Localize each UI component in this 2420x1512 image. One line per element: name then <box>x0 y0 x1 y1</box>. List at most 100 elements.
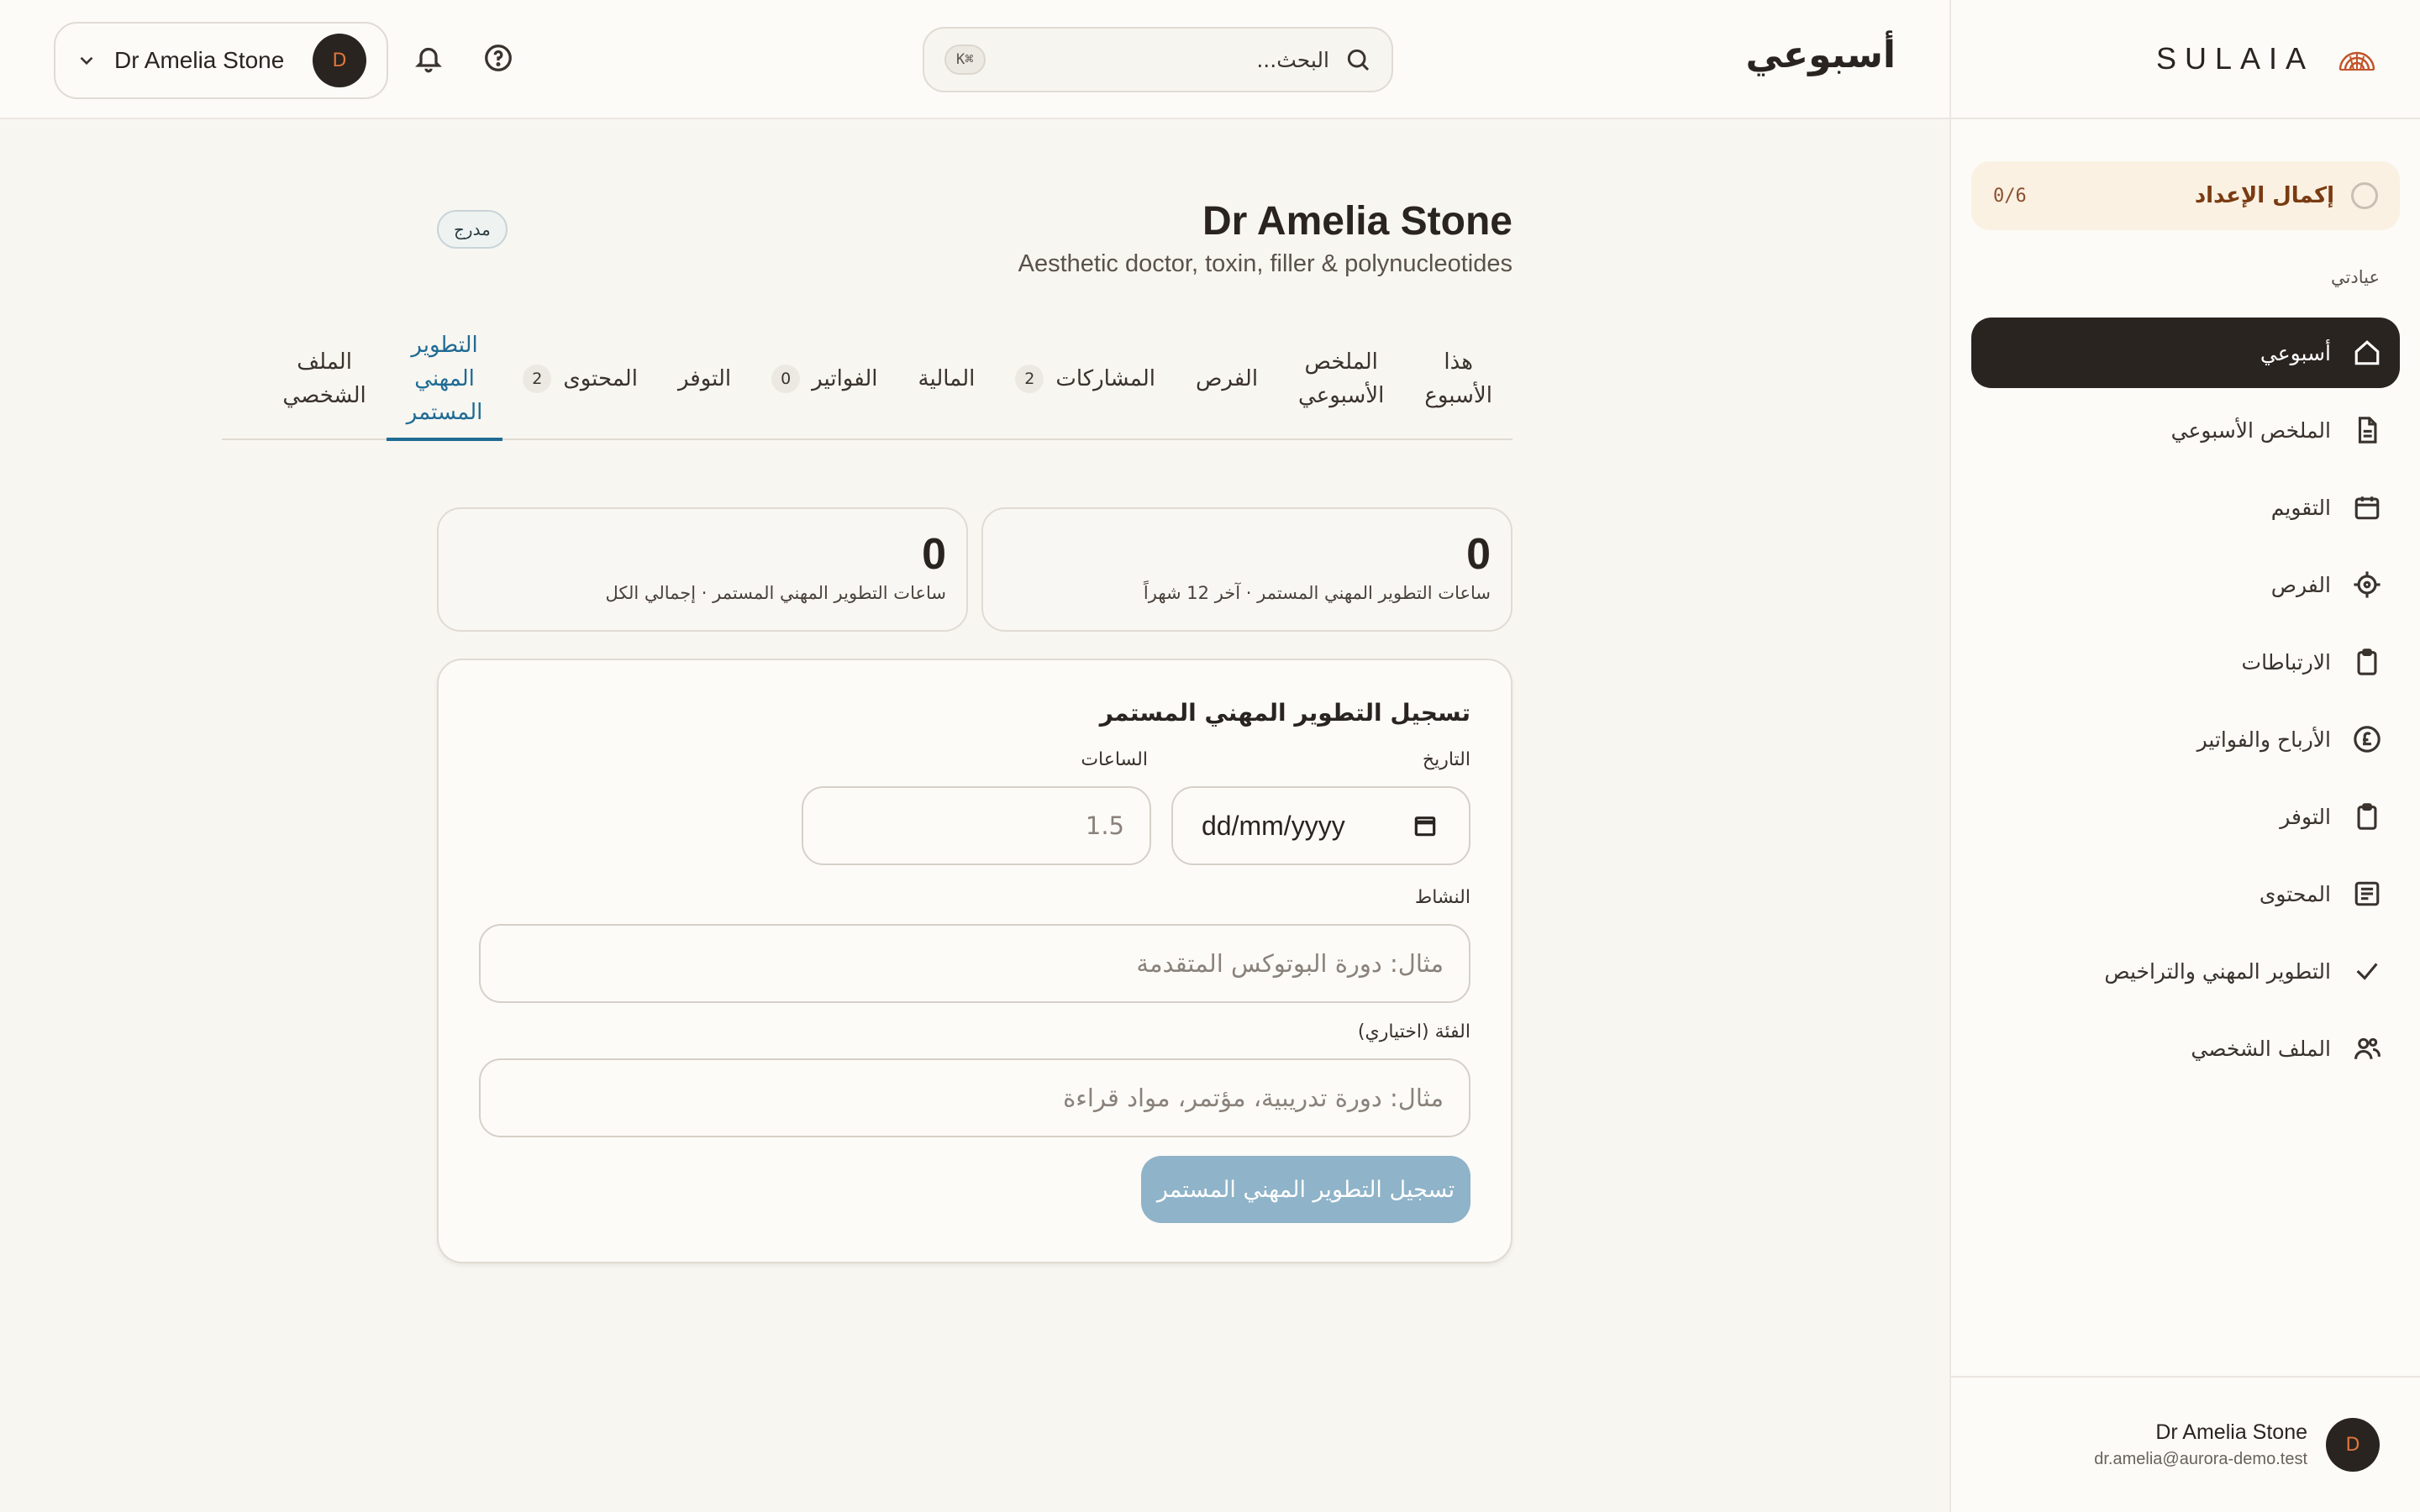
calendar-icon <box>2354 496 2380 520</box>
tab-cpd[interactable]: التطوير المهني المستمر <box>386 318 503 441</box>
users-icon <box>2354 1037 2381 1059</box>
avatar: D <box>313 34 366 87</box>
tab-label: الملف الشخصي <box>282 349 366 408</box>
sidebar-item-label: التطوير المهني والتراخيص <box>2104 958 2331 984</box>
chevron-down-icon <box>80 56 93 66</box>
sidebar-user-account[interactable]: D Dr Amelia Stone dr.amelia@aurora-demo.… <box>1951 1376 2420 1512</box>
setup-progress-count: 0/6 <box>1993 185 2027 207</box>
sidebar-item-label: أسبوعي <box>2260 340 2331 365</box>
sidebar-item-weekly[interactable]: أسبوعي <box>1971 318 2400 388</box>
activity-label: النشاط <box>1414 887 1470 908</box>
tab-count-badge: 0 <box>771 365 801 393</box>
sidebar-item-opportunities[interactable]: الفرص <box>1971 549 2400 620</box>
tab-weekly-summary[interactable]: الملخص الأسبوعي <box>1278 318 1404 439</box>
sidebar-item-label: الأرباح والفواتير <box>2196 727 2331 752</box>
date-label: التاريخ <box>1422 749 1470 770</box>
hours-label: الساعات <box>1081 749 1148 770</box>
sidebar-nav: أسبوعي الملخص الأسبوعي التقويم الفرص الا… <box>1971 318 2400 1090</box>
stat-label: ساعات التطوير المهني المستمر · آخر 12 شه… <box>1143 583 1491 603</box>
stat-value: 0 <box>922 530 946 579</box>
bell-icon <box>415 47 442 73</box>
check-icon <box>2356 963 2378 980</box>
page-title: أسبوعي <box>1745 34 1896 76</box>
help-button[interactable] <box>483 43 517 76</box>
tab-bar: هذا الأسبوع الملخص الأسبوعي الفرص المشاركا… <box>222 318 1512 441</box>
complete-setup-button[interactable]: إكمال الإعداد 0/6 <box>1971 161 2400 230</box>
sidebar-item-cpd-licences[interactable]: التطوير المهني والتراخيص <box>1971 936 2400 1006</box>
brand-header: SULAIA <box>1951 0 2420 119</box>
sidebar-item-label: الملف الشخصي <box>2191 1036 2331 1061</box>
status-badge: مدرج <box>437 210 508 249</box>
brand-name: SULAIA <box>2155 41 2314 76</box>
home-icon <box>2354 340 2380 365</box>
sidebar-item-label: الفرص <box>2270 572 2331 597</box>
log-cpd-submit-button[interactable]: تسجيل التطوير المهني المستمر <box>1141 1156 1470 1223</box>
sidebar-item-label: الارتباطات <box>2241 649 2331 675</box>
tab-label: هذا الأسبوع <box>1424 349 1492 408</box>
sidebar-item-label: الملخص الأسبوعي <box>2170 417 2331 443</box>
top-bar: أسبوعي ⌘K Dr Amelia Stone D <box>0 0 1949 119</box>
sidebar-item-profile[interactable]: الملف الشخصي <box>1971 1013 2400 1084</box>
stat-card-cpd-total: 0 ساعات التطوير المهني المستمر · إجمالي … <box>437 507 968 632</box>
keyboard-shortcut-badge: ⌘K <box>944 45 986 75</box>
sidebar-item-earnings[interactable]: الأرباح والفواتير <box>1971 704 2400 774</box>
stat-label: ساعات التطوير المهني المستمر · إجمالي ال… <box>605 583 946 603</box>
search-input[interactable] <box>1000 47 1329 72</box>
tab-label: المحتوى <box>563 366 638 391</box>
tab-label: الملخص الأسبوعي <box>1298 349 1385 408</box>
user-menu-name: Dr Amelia Stone <box>114 47 285 73</box>
tab-count-badge: 2 <box>1015 365 1044 393</box>
tab-count-badge: 2 <box>523 365 552 393</box>
tab-label: الفواتير <box>812 366 878 391</box>
user-menu-dropdown[interactable]: Dr Amelia Stone D <box>54 22 388 99</box>
sidebar-item-engagements[interactable]: الارتباطات <box>1971 627 2400 697</box>
sidebar: SULAIA إكمال الإعداد 0/6 عيادتي أسبوعي ا… <box>1949 0 2420 1512</box>
tab-label: المشاركات <box>1055 366 1155 391</box>
date-input[interactable]: dd/mm/yyyy <box>1171 786 1470 865</box>
avatar: D <box>2326 1418 2380 1472</box>
tab-profile[interactable]: الملف الشخصي <box>262 318 386 439</box>
tab-availability[interactable]: التوفر <box>658 318 751 439</box>
tab-opportunities[interactable]: الفرص <box>1176 318 1278 439</box>
sidebar-item-label: المحتوى <box>2259 881 2331 906</box>
tab-label: الفرص <box>1195 366 1259 391</box>
pound-icon <box>2354 726 2381 753</box>
hours-input[interactable] <box>802 786 1151 865</box>
search-icon <box>1347 49 1370 71</box>
crosshair-icon <box>2354 571 2381 598</box>
help-circle-icon <box>485 45 512 71</box>
activity-input[interactable] <box>479 924 1470 1003</box>
tab-finance[interactable]: المالية <box>898 318 996 439</box>
sidebar-item-availability[interactable]: التوفر <box>1971 781 2400 852</box>
stat-card-cpd-last-12-months: 0 ساعات التطوير المهني المستمر · آخر 12 … <box>981 507 1512 632</box>
log-cpd-form: تسجيل التطوير المهني المستمر التاريخ dd/… <box>437 659 1512 1263</box>
user-name: Dr Amelia Stone <box>2155 1420 2307 1444</box>
tab-label: التوفر <box>677 366 732 391</box>
sidebar-item-weekly-summary[interactable]: الملخص الأسبوعي <box>1971 395 2400 465</box>
notifications-button[interactable] <box>413 43 447 76</box>
newspaper-icon <box>2354 881 2380 906</box>
setup-label: إكمال الإعداد <box>2194 183 2334 208</box>
tab-engagements[interactable]: المشاركات 2 <box>995 318 1176 439</box>
brand-logo-icon <box>2338 51 2375 71</box>
sidebar-item-calendar[interactable]: التقويم <box>1971 472 2400 543</box>
tab-this-week[interactable]: هذا الأسبوع <box>1404 318 1512 439</box>
tab-label: المالية <box>918 366 976 391</box>
clipboard-icon <box>2357 803 2377 830</box>
profile-name: Dr Amelia Stone <box>1202 199 1512 244</box>
calendar-icon[interactable] <box>1412 812 1439 839</box>
category-label: الفئة (اختياري) <box>1357 1021 1470 1042</box>
search-box[interactable]: ⌘K <box>923 27 1393 92</box>
sidebar-item-label: التقويم <box>2270 495 2331 520</box>
tab-invoices[interactable]: الفواتير 0 <box>751 318 897 439</box>
profile-subtitle: Aesthetic doctor, toxin, filler & polynu… <box>1018 250 1512 277</box>
stat-value: 0 <box>1466 530 1491 579</box>
user-email: dr.amelia@aurora-demo.test <box>2094 1450 2307 1468</box>
tab-label: التطوير المهني المستمر <box>406 333 483 425</box>
category-input[interactable] <box>479 1058 1470 1137</box>
sidebar-section-label: عيادتي <box>2331 267 2380 287</box>
date-value: dd/mm/yyyy <box>1202 810 1345 841</box>
form-title: تسجيل التطوير المهني المستمر <box>1099 699 1470 727</box>
sidebar-item-content[interactable]: المحتوى <box>1971 858 2400 929</box>
tab-content[interactable]: المحتوى 2 <box>502 318 658 439</box>
